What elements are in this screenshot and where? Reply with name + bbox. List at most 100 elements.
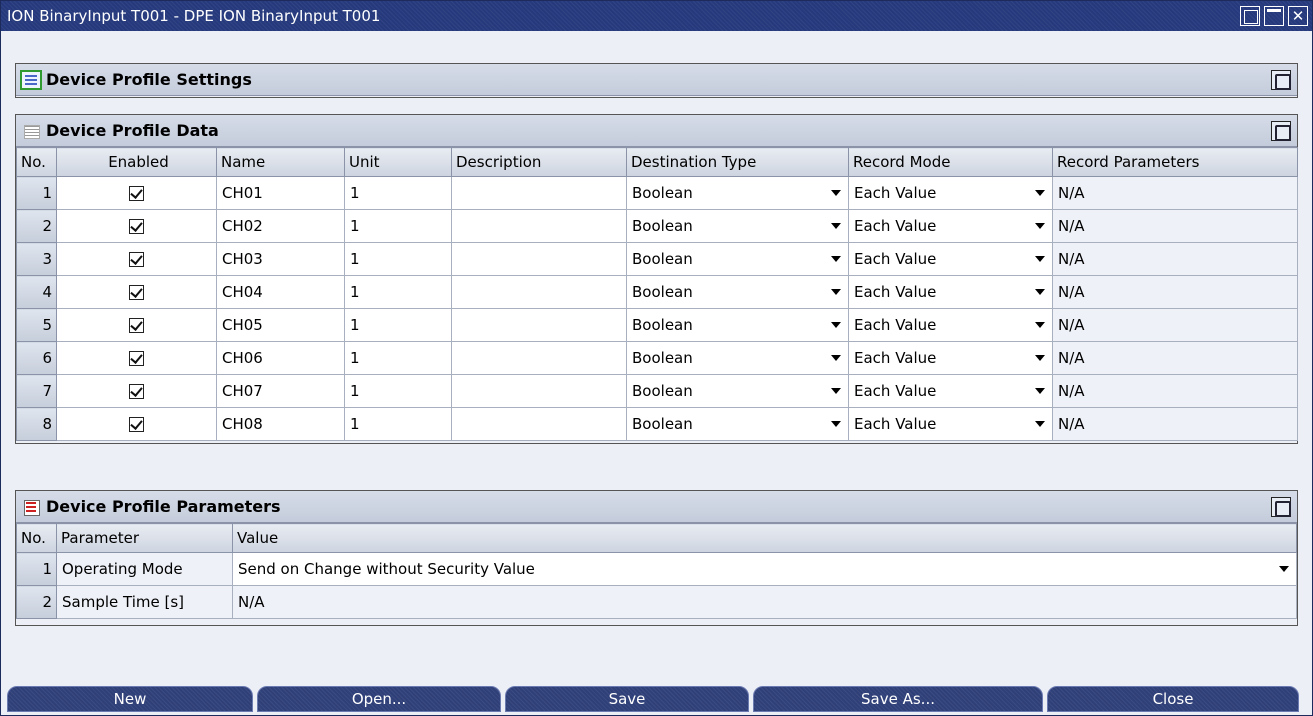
row-number[interactable]: 2 [16,585,57,619]
destination-type-dropdown[interactable]: Boolean [626,242,849,276]
param-col-header-no[interactable]: No. [16,523,57,553]
record-mode-dropdown[interactable]: Each Value [848,374,1053,408]
description-cell[interactable] [451,209,627,243]
enabled-checkbox[interactable] [129,351,144,366]
description-cell[interactable] [451,308,627,342]
data-panel-header[interactable]: Device Profile Data [16,115,1297,147]
description-cell[interactable] [451,374,627,408]
open-button[interactable]: Open... [257,686,501,712]
row-number[interactable]: 2 [16,209,57,243]
destination-type-dropdown[interactable]: Boolean [626,374,849,408]
table-row[interactable]: 1 Operating Mode Send on Change without Se… [16,552,1297,586]
record-mode-dropdown[interactable]: Each Value [848,209,1053,243]
enabled-checkbox[interactable] [129,186,144,201]
destination-type-dropdown[interactable]: Boolean [626,176,849,210]
record-mode-dropdown[interactable]: Each Value [848,341,1053,375]
dropdown-arrow-icon[interactable] [1031,416,1049,432]
unit-cell[interactable]: 1 [344,407,452,441]
name-cell[interactable]: CH06 [216,341,345,375]
unit-cell[interactable]: 1 [344,374,452,408]
enabled-checkbox[interactable] [129,252,144,267]
name-cell[interactable]: CH04 [216,275,345,309]
unit-cell[interactable]: 1 [344,176,452,210]
unit-cell[interactable]: 1 [344,209,452,243]
params-panel-toggle-icon[interactable] [1271,497,1291,517]
dropdown-arrow-icon[interactable] [827,350,845,366]
row-number[interactable]: 7 [16,374,57,408]
record-mode-dropdown[interactable]: Each Value [848,176,1053,210]
dropdown-arrow-icon[interactable] [1031,251,1049,267]
name-cell[interactable]: CH02 [216,209,345,243]
parameter-value-dropdown[interactable]: Send on Change without Security Value [232,552,1297,586]
destination-type-dropdown[interactable]: Boolean [626,209,849,243]
row-number[interactable]: 6 [16,341,57,375]
row-number[interactable]: 1 [16,176,57,210]
table-row[interactable]: 3 CH03 1 Boolean Each Value N/A [16,242,1298,276]
description-cell[interactable] [451,341,627,375]
dropdown-arrow-icon[interactable] [1031,350,1049,366]
col-header-enabled[interactable]: Enabled [56,147,217,177]
name-cell[interactable]: CH01 [216,176,345,210]
dropdown-arrow-icon[interactable] [827,416,845,432]
dropdown-arrow-icon[interactable] [1031,284,1049,300]
record-mode-dropdown[interactable]: Each Value [848,242,1053,276]
col-header-destination-type[interactable]: Destination Type [626,147,849,177]
dropdown-arrow-icon[interactable] [827,383,845,399]
save-button[interactable]: Save [505,686,749,712]
data-panel-toggle-icon[interactable] [1271,121,1291,141]
dropdown-arrow-icon[interactable] [1031,317,1049,333]
col-header-description[interactable]: Description [451,147,627,177]
settings-panel-header[interactable]: Device Profile Settings [16,64,1297,96]
restore-icon[interactable] [1240,6,1260,26]
dropdown-arrow-icon[interactable] [827,251,845,267]
description-cell[interactable] [451,242,627,276]
unit-cell[interactable]: 1 [344,242,452,276]
name-cell[interactable]: CH05 [216,308,345,342]
col-header-name[interactable]: Name [216,147,345,177]
unit-cell[interactable]: 1 [344,341,452,375]
maximize-icon[interactable] [1264,6,1284,26]
new-button[interactable]: New [7,686,253,712]
enabled-checkbox[interactable] [129,285,144,300]
row-number[interactable]: 1 [16,552,57,586]
description-cell[interactable] [451,407,627,441]
dropdown-arrow-icon[interactable] [1031,185,1049,201]
col-header-record-mode[interactable]: Record Mode [848,147,1053,177]
table-row[interactable]: 1 CH01 1 Boolean Each Value N/A [16,176,1298,210]
table-row[interactable]: 8 CH08 1 Boolean Each Value N/A [16,407,1298,441]
name-cell[interactable]: CH08 [216,407,345,441]
row-number[interactable]: 4 [16,275,57,309]
destination-type-dropdown[interactable]: Boolean [626,275,849,309]
col-header-no[interactable]: No. [16,147,57,177]
unit-cell[interactable]: 1 [344,275,452,309]
enabled-checkbox[interactable] [129,318,144,333]
record-mode-dropdown[interactable]: Each Value [848,308,1053,342]
destination-type-dropdown[interactable]: Boolean [626,308,849,342]
param-col-header-value[interactable]: Value [232,523,1297,553]
table-row[interactable]: 7 CH07 1 Boolean Each Value N/A [16,374,1298,408]
destination-type-dropdown[interactable]: Boolean [626,341,849,375]
destination-type-dropdown[interactable]: Boolean [626,407,849,441]
row-number[interactable]: 3 [16,242,57,276]
col-header-unit[interactable]: Unit [344,147,452,177]
record-mode-dropdown[interactable]: Each Value [848,275,1053,309]
table-row[interactable]: 2 CH02 1 Boolean Each Value N/A [16,209,1298,243]
save-as-button[interactable]: Save As... [753,686,1043,712]
table-row[interactable]: 2 Sample Time [s] N/A [16,585,1297,619]
col-header-record-parameters[interactable]: Record Parameters [1052,147,1298,177]
dropdown-arrow-icon[interactable] [1275,561,1293,577]
close-window-icon[interactable]: ✕ [1288,6,1308,26]
description-cell[interactable] [451,176,627,210]
dropdown-arrow-icon[interactable] [827,218,845,234]
dropdown-arrow-icon[interactable] [1031,218,1049,234]
description-cell[interactable] [451,275,627,309]
enabled-checkbox[interactable] [129,219,144,234]
row-number[interactable]: 5 [16,308,57,342]
dropdown-arrow-icon[interactable] [827,284,845,300]
close-button[interactable]: Close [1047,686,1299,712]
name-cell[interactable]: CH07 [216,374,345,408]
table-row[interactable]: 5 CH05 1 Boolean Each Value N/A [16,308,1298,342]
enabled-checkbox[interactable] [129,384,144,399]
enabled-checkbox[interactable] [129,417,144,432]
param-col-header-parameter[interactable]: Parameter [56,523,233,553]
